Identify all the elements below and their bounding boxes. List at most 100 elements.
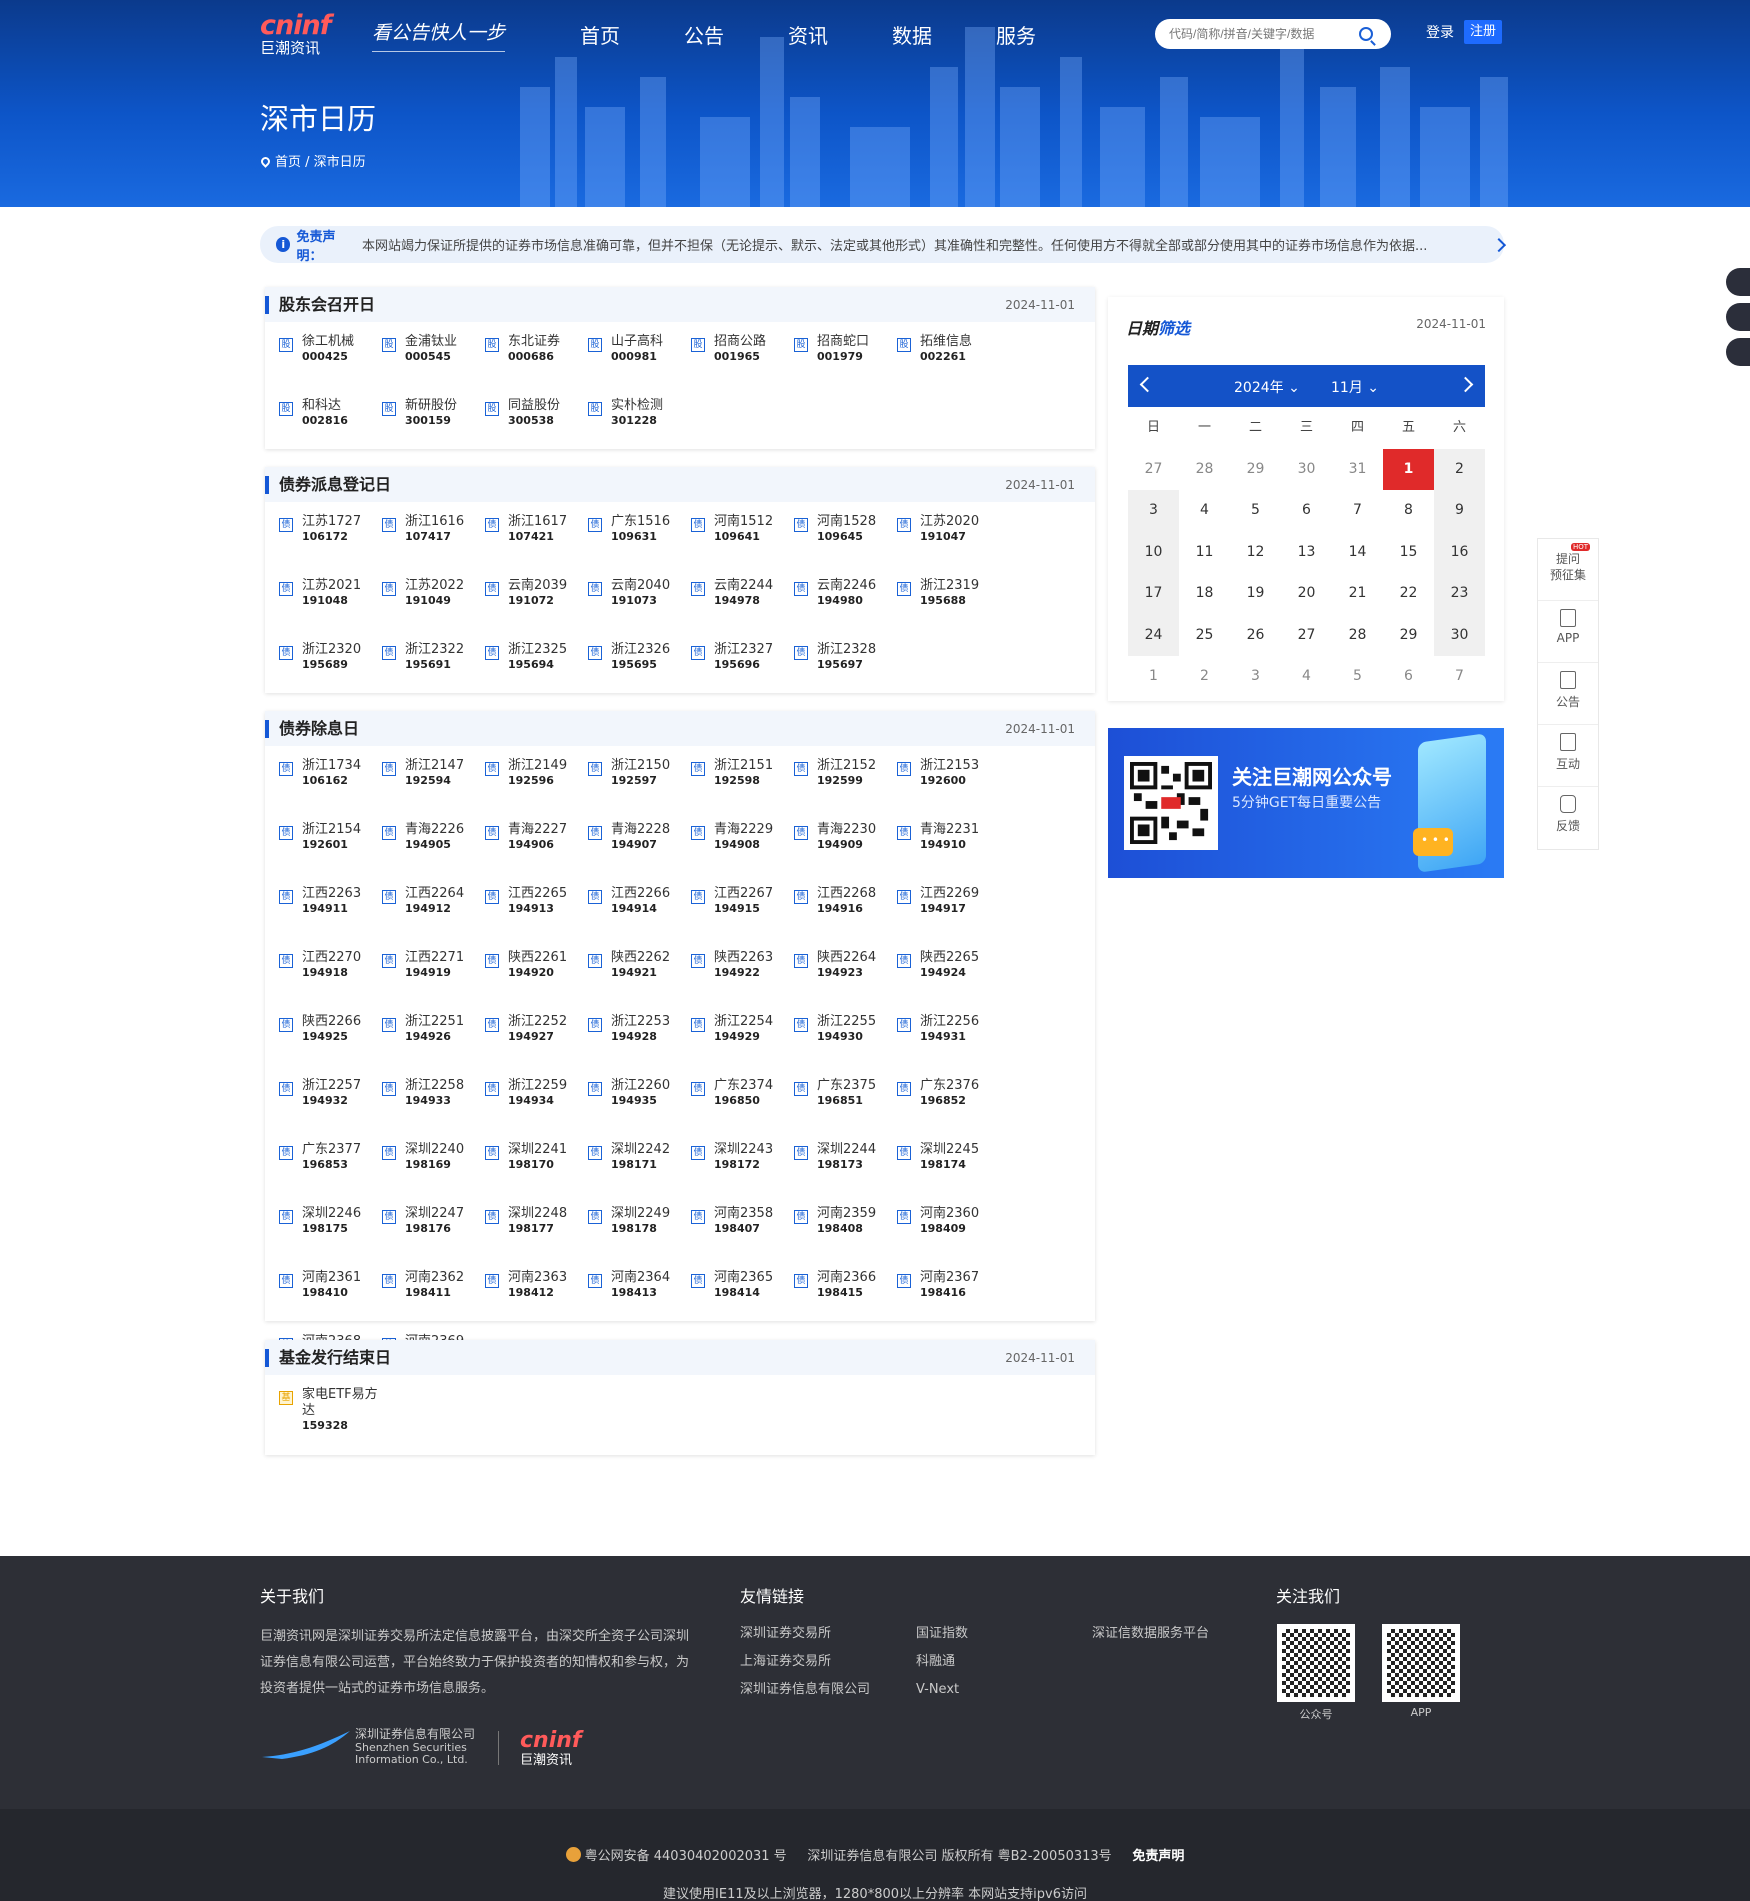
calendar-day[interactable]: 25 <box>1179 615 1230 657</box>
calendar-item[interactable]: 债浙江2150 192597 <box>588 758 691 822</box>
calendar-day[interactable]: 6 <box>1281 490 1332 532</box>
calendar-day[interactable]: 5 <box>1230 490 1281 532</box>
prev-month-icon[interactable] <box>1139 376 1156 393</box>
calendar-item[interactable]: 债深圳2247 198176 <box>382 1206 485 1270</box>
calendar-item[interactable]: 股实朴检测 301228 <box>588 398 691 462</box>
calendar-item[interactable]: 债云南2040 191073 <box>588 578 691 642</box>
calendar-item[interactable]: 债深圳2242 198171 <box>588 1142 691 1206</box>
calendar-item[interactable]: 债浙江2320 195689 <box>279 642 382 706</box>
calendar-item[interactable]: 基家电ETF易方达 159328 <box>279 1387 382 1451</box>
calendar-item[interactable]: 债浙江2149 192596 <box>485 758 588 822</box>
calendar-item[interactable]: 债浙江2253 194928 <box>588 1014 691 1078</box>
edge-tool-ai-icon[interactable] <box>1726 303 1750 331</box>
calendar-item[interactable]: 债浙江2154 192601 <box>279 822 382 886</box>
nav-data[interactable]: 数据 <box>892 20 996 49</box>
calendar-item[interactable]: 债浙江2260 194935 <box>588 1078 691 1142</box>
calendar-item[interactable]: 债浙江2327 195696 <box>691 642 794 706</box>
year-select[interactable]: 2024年 ⌄ <box>1234 377 1300 397</box>
calendar-day[interactable]: 9 <box>1434 490 1485 532</box>
calendar-item[interactable]: 债浙江2254 194929 <box>691 1014 794 1078</box>
calendar-item[interactable]: 债云南2244 194978 <box>691 578 794 642</box>
calendar-day[interactable]: 27 <box>1281 615 1332 657</box>
calendar-day[interactable]: 6 <box>1383 656 1434 698</box>
calendar-item[interactable]: 债江西2269 194917 <box>897 886 1000 950</box>
cninf-logo[interactable]: cninf 巨潮资讯 <box>260 10 331 58</box>
calendar-item[interactable]: 股新研股份 300159 <box>382 398 485 462</box>
calendar-day[interactable]: 30 <box>1281 449 1332 491</box>
month-select[interactable]: 11月 ⌄ <box>1331 377 1379 397</box>
calendar-day[interactable]: 21 <box>1332 573 1383 615</box>
link-szsi[interactable]: 深圳证券信息有限公司 <box>740 1676 870 1704</box>
search-icon[interactable] <box>1359 27 1373 41</box>
calendar-item[interactable]: 债河南2361 198410 <box>279 1270 382 1334</box>
calendar-day[interactable]: 28 <box>1332 615 1383 657</box>
calendar-item[interactable]: 债河南2359 198408 <box>794 1206 897 1270</box>
calendar-day[interactable]: 30 <box>1434 614 1485 656</box>
calendar-item[interactable]: 债云南2246 194980 <box>794 578 897 642</box>
calendar-day[interactable]: 17 <box>1128 573 1179 615</box>
nav-services[interactable]: 服务 <box>996 20 1100 49</box>
calendar-item[interactable]: 债河南2366 198415 <box>794 1270 897 1334</box>
calendar-item[interactable]: 债浙江2251 194926 <box>382 1014 485 1078</box>
calendar-item[interactable]: 债江西2271 194919 <box>382 950 485 1014</box>
link-szse[interactable]: 深圳证券交易所 <box>740 1620 870 1648</box>
calendar-day[interactable]: 3 <box>1128 490 1179 532</box>
calendar-day[interactable]: 4 <box>1281 656 1332 698</box>
search-input[interactable] <box>1169 27 1359 41</box>
calendar-item[interactable]: 债河南2363 198412 <box>485 1270 588 1334</box>
calendar-day[interactable]: 29 <box>1383 615 1434 657</box>
calendar-day[interactable]: 27 <box>1128 449 1179 491</box>
calendar-item[interactable]: 债广东2374 196850 <box>691 1078 794 1142</box>
icp-record[interactable]: 粤公网安备 44030402002031 号 <box>585 1849 787 1864</box>
calendar-item[interactable]: 债浙江2151 192598 <box>691 758 794 822</box>
calendar-item[interactable]: 债河南2365 198414 <box>691 1270 794 1334</box>
calendar-day[interactable]: 15 <box>1383 532 1434 574</box>
breadcrumb-text[interactable]: 首页 / 深市日历 <box>275 155 366 170</box>
calendar-item[interactable]: 债深圳2248 198177 <box>485 1206 588 1270</box>
edge-tool-translate-icon[interactable] <box>1726 338 1750 366</box>
calendar-item[interactable]: 债江西2264 194912 <box>382 886 485 950</box>
calendar-item[interactable]: 债江西2267 194915 <box>691 886 794 950</box>
calendar-item[interactable]: 债陕西2264 194923 <box>794 950 897 1014</box>
calendar-day[interactable]: 7 <box>1434 656 1485 698</box>
calendar-day[interactable]: 5 <box>1332 656 1383 698</box>
calendar-day[interactable]: 10 <box>1128 531 1179 573</box>
calendar-day[interactable]: 23 <box>1434 573 1485 615</box>
calendar-item[interactable]: 债广东2376 196852 <box>897 1078 1000 1142</box>
disclaimer-link[interactable]: 免责声明 <box>1132 1849 1184 1864</box>
calendar-day[interactable]: 2 <box>1434 448 1485 490</box>
link-kerongtong[interactable]: 科融通 <box>916 1648 968 1676</box>
link-vnext[interactable]: V-Next <box>916 1676 968 1704</box>
calendar-item[interactable]: 债深圳2246 198175 <box>279 1206 382 1270</box>
wechat-follow-banner[interactable]: 关注巨潮网公众号 5分钟GET每日重要公告 <box>1108 728 1504 878</box>
login-link[interactable]: 登录 <box>1426 22 1454 42</box>
calendar-item[interactable]: 债河南2362 198411 <box>382 1270 485 1334</box>
tool-question-collection[interactable]: HOT 提问 预征集 <box>1538 539 1598 601</box>
chevron-right-icon[interactable] <box>1492 237 1507 252</box>
calendar-item[interactable]: 债江西2270 194918 <box>279 950 382 1014</box>
calendar-item[interactable]: 债江苏2021 191048 <box>279 578 382 642</box>
calendar-item[interactable]: 债青海2230 194909 <box>794 822 897 886</box>
calendar-item[interactable]: 债江西2266 194914 <box>588 886 691 950</box>
edge-tool-document-icon[interactable] <box>1726 268 1750 296</box>
calendar-item[interactable]: 债广东2377 196853 <box>279 1142 382 1206</box>
tool-feedback[interactable]: 反馈 <box>1538 787 1598 849</box>
calendar-item[interactable]: 债浙江2153 192600 <box>897 758 1000 822</box>
nav-announcements[interactable]: 公告 <box>684 20 788 49</box>
calendar-item[interactable]: 债深圳2243 198172 <box>691 1142 794 1206</box>
calendar-day[interactable]: 14 <box>1332 532 1383 574</box>
calendar-item[interactable]: 债浙江2255 194930 <box>794 1014 897 1078</box>
calendar-item[interactable]: 股和科达 002816 <box>279 398 382 462</box>
calendar-item[interactable]: 债深圳2244 198173 <box>794 1142 897 1206</box>
calendar-item[interactable]: 债云南2039 191072 <box>485 578 588 642</box>
calendar-item[interactable]: 债陕西2266 194925 <box>279 1014 382 1078</box>
calendar-item[interactable]: 债浙江2328 195697 <box>794 642 897 706</box>
calendar-item[interactable]: 债青海2227 194906 <box>485 822 588 886</box>
calendar-item[interactable]: 股金浦钛业 000545 <box>382 334 485 398</box>
calendar-item[interactable]: 债青海2229 194908 <box>691 822 794 886</box>
next-month-icon[interactable] <box>1457 376 1474 393</box>
calendar-item[interactable]: 债浙江2319 195688 <box>897 578 1000 642</box>
calendar-item[interactable]: 债青海2228 194907 <box>588 822 691 886</box>
calendar-item[interactable]: 债陕西2261 194920 <box>485 950 588 1014</box>
calendar-item[interactable]: 债青海2231 194910 <box>897 822 1000 886</box>
